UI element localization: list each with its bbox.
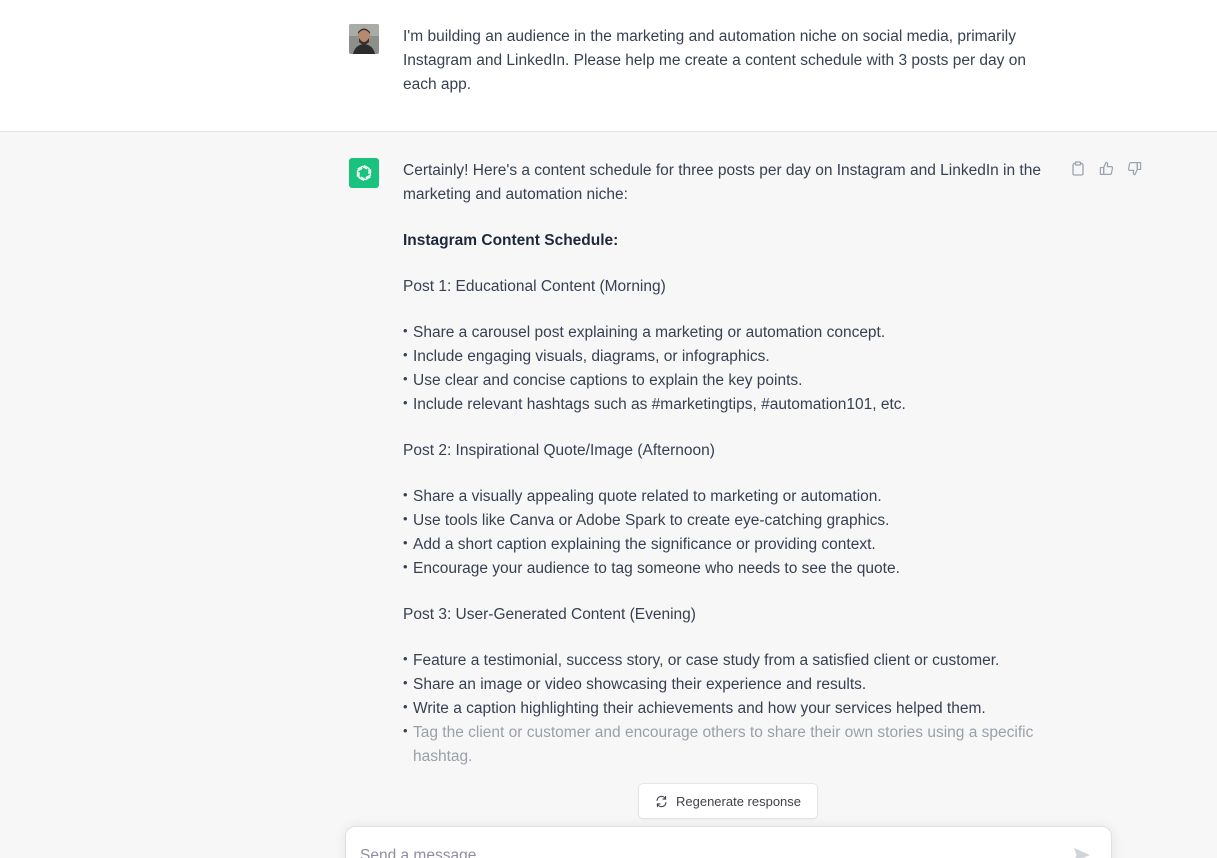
user-avatar — [349, 24, 379, 54]
copy-button[interactable] — [1070, 160, 1086, 176]
list-item: Share an image or video showcasing their… — [403, 671, 1063, 697]
chat-page: I'm building an audience in the marketin… — [0, 0, 1217, 858]
thumbs-down-button[interactable] — [1126, 160, 1142, 176]
thumbs-up-button[interactable] — [1098, 160, 1114, 176]
regenerate-label: Regenerate response — [675, 793, 802, 809]
send-button[interactable] — [1072, 845, 1094, 858]
post-title: Post 2: Inspirational Quote/Image (After… — [403, 442, 715, 459]
list-item: Write a caption highlighting their achie… — [403, 695, 1063, 721]
assistant-message-row: Certainly! Here's a content schedule for… — [0, 132, 1217, 858]
instagram-schedule-heading: Instagram Content Schedule: — [403, 232, 619, 249]
post-bullet-list: Share a visually appealing quote related… — [403, 483, 1063, 581]
list-item: Share a visually appealing quote related… — [403, 483, 1063, 509]
message-composer — [345, 826, 1112, 858]
list-item: Use tools like Canva or Adobe Spark to c… — [403, 507, 1063, 533]
openai-logo-icon — [356, 164, 372, 182]
assistant-message-content: Certainly! Here's a content schedule for… — [403, 159, 1063, 791]
message-actions — [1070, 160, 1142, 176]
list-item: Feature a testimonial, success story, or… — [403, 647, 1063, 673]
list-item: Include relevant hashtags such as #marke… — [403, 391, 1063, 417]
post-title: Post 1: Educational Content (Morning) — [403, 278, 666, 295]
user-message-text: I'm building an audience in the marketin… — [403, 28, 1026, 93]
list-item: Add a short caption explaining the signi… — [403, 531, 1063, 557]
refresh-icon — [656, 795, 667, 807]
assistant-avatar — [349, 158, 379, 188]
list-item: Use clear and concise captions to explai… — [403, 367, 1063, 393]
post-title: Post 3: User-Generated Content (Evening) — [403, 606, 696, 623]
post-bullet-list: Feature a testimonial, success story, or… — [403, 647, 1063, 769]
list-item: Encourage your audience to tag someone w… — [403, 555, 1063, 581]
user-message-row: I'm building an audience in the marketin… — [0, 0, 1217, 132]
list-item: Include engaging visuals, diagrams, or i… — [403, 343, 1063, 369]
list-item: Share a carousel post explaining a marke… — [403, 319, 1063, 345]
post-bullet-list: Share a carousel post explaining a marke… — [403, 319, 1063, 417]
send-icon — [1074, 848, 1090, 858]
list-item: Tag the client or customer and encourage… — [403, 719, 1063, 769]
assistant-intro: Certainly! Here's a content schedule for… — [403, 162, 1041, 203]
thumbs-up-icon — [1099, 161, 1113, 175]
regenerate-response-button[interactable]: Regenerate response — [638, 783, 818, 819]
message-input[interactable] — [360, 847, 1060, 858]
clipboard-icon — [1072, 160, 1084, 176]
thumbs-down-icon — [1127, 161, 1141, 175]
